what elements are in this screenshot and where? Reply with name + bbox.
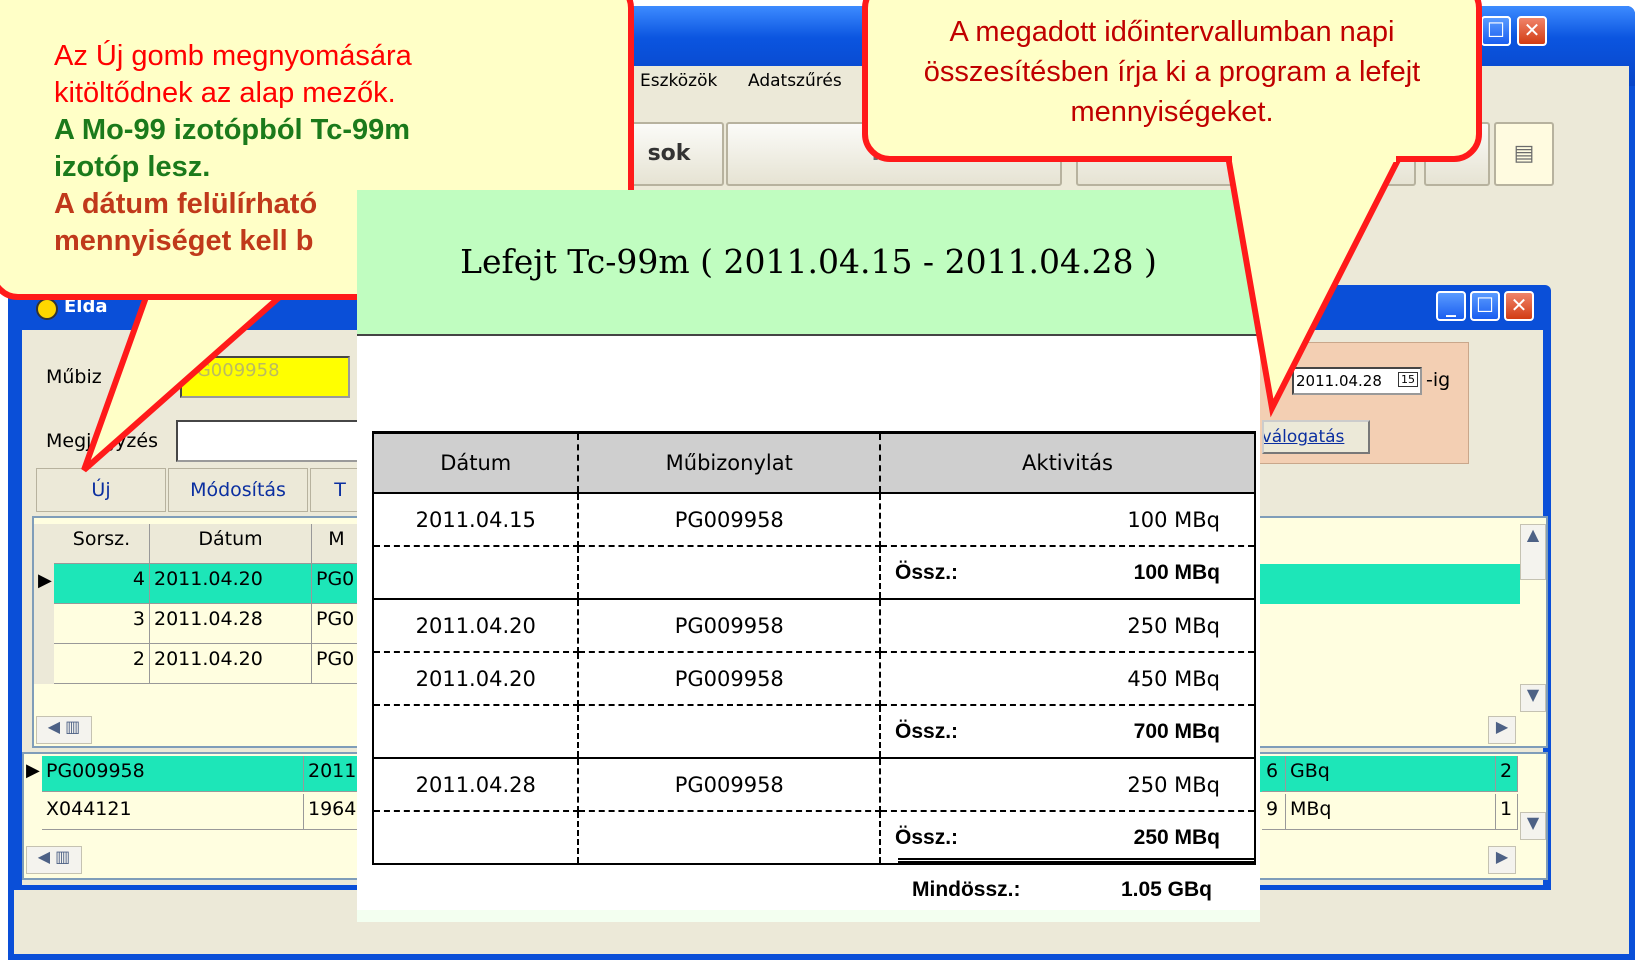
report-title-overlay: Lefejt Tc-99m ( 2011.04.15 - 2011.04.28 … (460, 242, 1157, 281)
callout-right-text: A megadott időintervallumban napi összes… (923, 16, 1421, 128)
left-callout-pointer (81, 283, 300, 473)
callout-left-line4: izotóp lesz. (54, 151, 211, 183)
callout-left-line2: kitöltődnek az alap mezők. (54, 77, 396, 109)
callout-left-line1: Az Új gomb megnyomására (54, 40, 412, 72)
callout-left-line3: A Mo-99 izotópból Tc-99m (54, 114, 411, 146)
right-callout-pointer (1224, 153, 1405, 418)
left-callout-seam (150, 280, 288, 292)
callout-right: A megadott időintervallumban napi összes… (862, 0, 1482, 162)
right-callout-seam (1232, 150, 1396, 162)
